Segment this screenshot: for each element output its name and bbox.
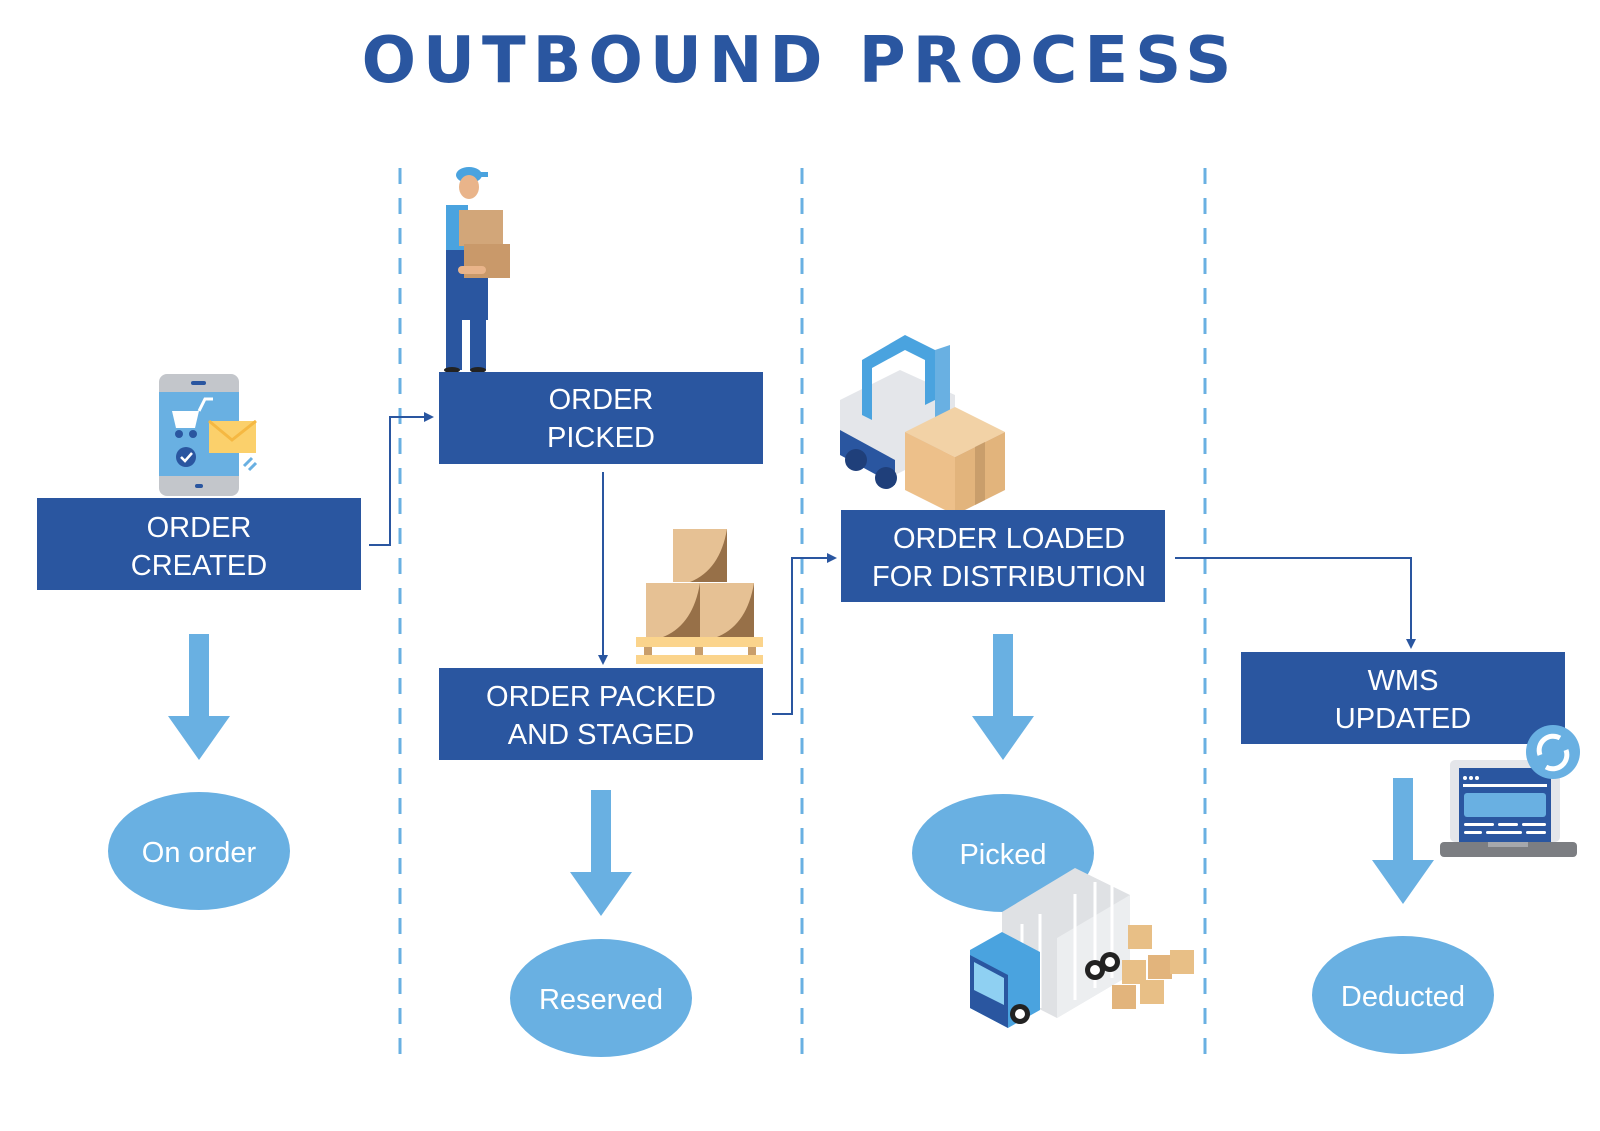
step-label-line: ORDER [147,512,252,544]
step-label-line: UPDATED [1335,703,1471,735]
step-order-created: ORDER CREATED [37,498,361,590]
step-label-line: AND STAGED [508,719,694,751]
step-label-line: WMS [1368,665,1439,697]
step-order-picked: ORDER PICKED [439,372,763,464]
status-oval-deducted: Deducted [1312,936,1494,1054]
step-label-line: ORDER PACKED [486,681,716,713]
step-label-line: FOR DISTRIBUTION [872,561,1146,593]
connector-loaded-to-wms [1175,557,1416,649]
status-label: Reserved [539,984,663,1016]
step-label-line: ORDER [549,384,654,416]
forklift-icon [840,335,1005,515]
status-label: Deducted [1341,981,1465,1013]
smartphone-cart-icon [159,374,258,496]
connector-packed-to-loaded [772,553,837,715]
connector-picked-to-packed [598,472,608,665]
status-label: Picked [959,839,1046,871]
down-arrow [1372,778,1434,904]
laptop-sync-icon [1440,725,1580,857]
step-label-line: CREATED [131,550,267,582]
outbound-process-diagram: OUTBOUND PROCESS ORDER CREATED On order … [37,24,1580,1060]
warehouse-worker-icon [444,167,510,373]
step-label-line: ORDER LOADED [893,523,1125,555]
step-label-line: PICKED [547,422,655,454]
down-arrow [168,634,230,760]
step-order-packed: ORDER PACKED AND STAGED [439,668,763,760]
status-oval-reserved: Reserved [510,939,692,1057]
down-arrow [972,634,1034,760]
boxes-on-pallet-icon [636,529,763,664]
status-label: On order [142,837,257,869]
down-arrow [570,790,632,916]
diagram-title: OUTBOUND PROCESS [362,24,1239,98]
step-wms-updated: WMS UPDATED [1241,652,1565,744]
step-order-loaded: ORDER LOADED FOR DISTRIBUTION [841,510,1165,602]
status-oval-on-order: On order [108,792,290,910]
